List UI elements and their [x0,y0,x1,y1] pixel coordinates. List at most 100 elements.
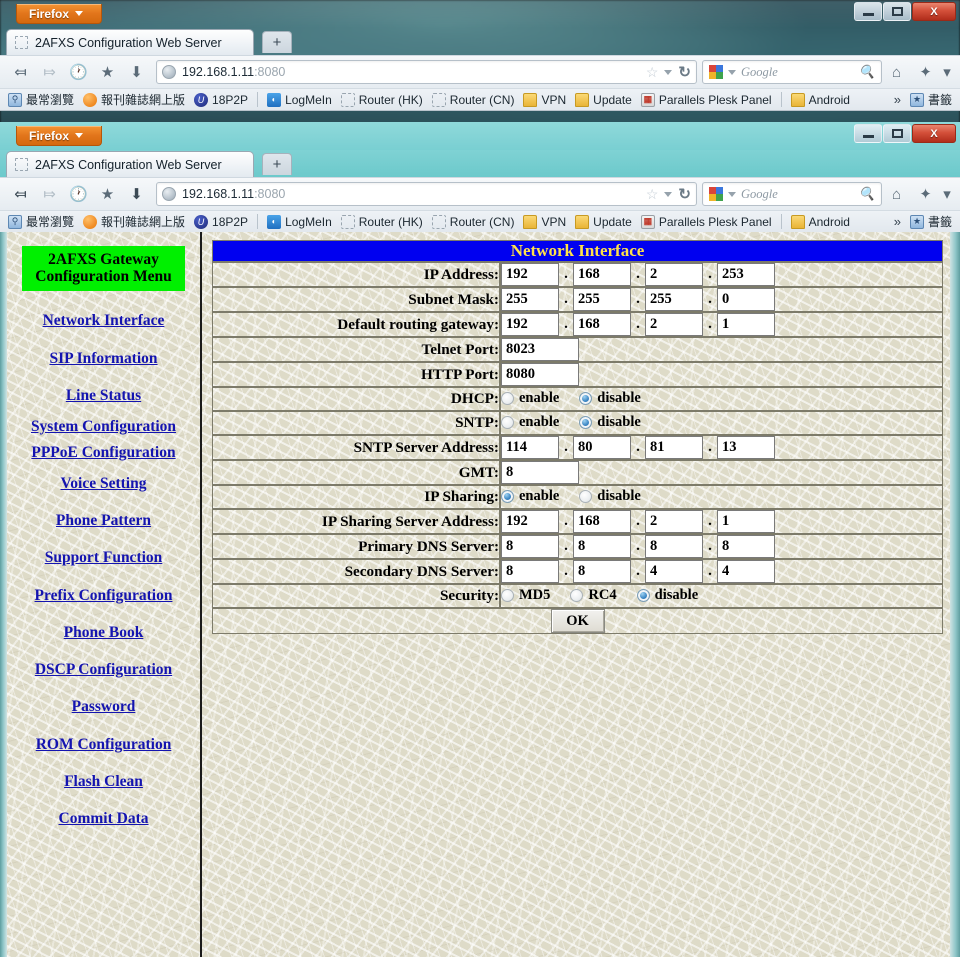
octet-input[interactable] [501,288,559,311]
octet-input[interactable] [717,313,775,336]
radio-button[interactable] [501,392,514,405]
addons-icon[interactable]: ✦ [911,60,940,85]
back-arrow-icon[interactable]: ⤆ [6,182,35,207]
search-icon[interactable]: 🔍 [859,186,875,202]
octet-input[interactable] [573,288,631,311]
sidebar-item-pppoe-configuration[interactable]: PPPoE Configuration [7,441,200,466]
minimize-button[interactable] [854,2,882,21]
octet-input[interactable] [645,436,703,459]
octet-input[interactable] [573,313,631,336]
radio-option[interactable]: disable [579,414,641,431]
clock-icon[interactable]: 🕐 [64,60,93,85]
sidebar-item-network-interface[interactable]: Network Interface [7,303,200,340]
reload-icon[interactable]: ↻ [678,63,691,81]
sidebar-item-dscp-configuration[interactable]: DSCP Configuration [7,652,200,689]
sidebar-item-voice-setting[interactable]: Voice Setting [7,466,200,503]
chevron-down-icon[interactable] [728,69,736,75]
search-input[interactable]: Google [741,65,778,80]
text-input[interactable] [501,338,579,361]
radio-button[interactable] [501,490,514,503]
text-input[interactable] [501,363,579,386]
bookmark-router-hk[interactable]: Router (HK) [338,214,426,229]
octet-input[interactable] [717,288,775,311]
octet-input[interactable] [645,313,703,336]
ok-button[interactable]: OK [550,609,605,633]
octet-input[interactable] [573,436,631,459]
search-input[interactable]: Google [741,187,778,202]
bookmark-18p2p[interactable]: U 18P2P [191,92,251,107]
chevron-down-icon[interactable] [728,191,736,197]
forward-arrow-icon[interactable]: ⤇ [35,60,64,85]
home-icon[interactable]: ⌂ [882,60,911,85]
radio-option[interactable]: disable [579,488,641,505]
radio-option[interactable]: MD5 [501,587,550,604]
chevron-down-icon[interactable] [664,69,673,75]
octet-input[interactable] [645,263,703,286]
sidebar-item-sip-information[interactable]: SIP Information [7,341,200,378]
radio-button[interactable] [579,490,593,503]
close-button[interactable]: X [912,124,956,143]
new-tab-button[interactable]: + [262,153,292,175]
octet-input[interactable] [501,263,559,286]
menu-chevron-down-icon[interactable]: ▾ [940,60,954,85]
sidebar-item-system-configuration[interactable]: System Configuration [7,415,200,440]
bookmark-vpn[interactable]: VPN [520,92,569,107]
bookmark-magazines[interactable]: 報刊雜誌網上版 [80,91,188,108]
radio-option[interactable]: RC4 [570,587,617,604]
bookmark-android[interactable]: Android [788,214,853,229]
minimize-button[interactable] [854,124,882,143]
octet-input[interactable] [645,535,703,558]
star-box-icon[interactable]: ★ [93,60,122,85]
sidebar-item-line-status[interactable]: Line Status [7,378,200,415]
radio-option[interactable]: enable [501,488,559,505]
close-button[interactable]: X [912,2,956,21]
sidebar-item-support-function[interactable]: Support Function [7,540,200,577]
download-arrow-icon[interactable]: ⬇ [122,182,151,207]
octet-input[interactable] [573,510,631,533]
radio-button[interactable] [579,416,593,429]
bookmark-router-hk[interactable]: Router (HK) [338,92,426,107]
maximize-button[interactable] [883,124,911,143]
bookmark-most-visited[interactable]: ⚲ 最常瀏覽 [5,91,77,108]
octet-input[interactable] [501,535,559,558]
sidebar-item-phone-pattern[interactable]: Phone Pattern [7,503,200,540]
reload-icon[interactable]: ↻ [678,185,691,203]
octet-input[interactable] [501,510,559,533]
search-bar[interactable]: Google 🔍 [702,60,882,84]
bookmarks-overflow-button[interactable]: » [891,214,904,229]
radio-button[interactable] [501,589,514,602]
addons-icon[interactable]: ✦ [911,182,940,207]
search-icon[interactable]: 🔍 [859,64,875,80]
firefox-app-button-back[interactable]: Firefox [16,4,103,24]
bookmark-magazines[interactable]: 報刊雜誌網上版 [80,213,188,230]
octet-input[interactable] [717,436,775,459]
bookmarks-overflow-button[interactable]: » [891,92,904,107]
text-input[interactable] [501,461,579,484]
octet-input[interactable] [501,313,559,336]
octet-input[interactable] [573,263,631,286]
bookmark-router-cn[interactable]: Router (CN) [429,92,518,107]
url-bar[interactable]: 192.168.1.11:8080 ☆ ↻ [156,60,697,84]
sidebar-item-commit-data[interactable]: Commit Data [7,801,200,838]
bookmark-android[interactable]: Android [788,92,853,107]
bookmarks-menu-button[interactable]: ★ 書籤 [907,213,955,230]
bookmark-vpn[interactable]: VPN [520,214,569,229]
bookmark-plesk[interactable]: ▦ Parallels Plesk Panel [638,92,775,107]
bookmark-star-icon[interactable]: ☆ [646,64,659,81]
chevron-down-icon[interactable] [664,191,673,197]
home-icon[interactable]: ⌂ [882,182,911,207]
browser-tab[interactable]: 2AFXS Configuration Web Server [6,29,254,55]
octet-input[interactable] [645,288,703,311]
search-bar[interactable]: Google 🔍 [702,182,882,206]
octet-input[interactable] [645,560,703,583]
radio-button[interactable] [570,589,584,602]
forward-arrow-icon[interactable]: ⤇ [35,182,64,207]
radio-option[interactable]: enable [501,414,559,431]
bookmark-router-cn[interactable]: Router (CN) [429,214,518,229]
radio-option[interactable]: enable [501,390,559,407]
bookmark-logmein[interactable]: ◐ LogMeIn [264,92,335,107]
bookmark-plesk[interactable]: ▦ Parallels Plesk Panel [638,214,775,229]
sidebar-item-phone-book[interactable]: Phone Book [7,615,200,652]
radio-option[interactable]: disable [636,587,698,604]
octet-input[interactable] [717,535,775,558]
